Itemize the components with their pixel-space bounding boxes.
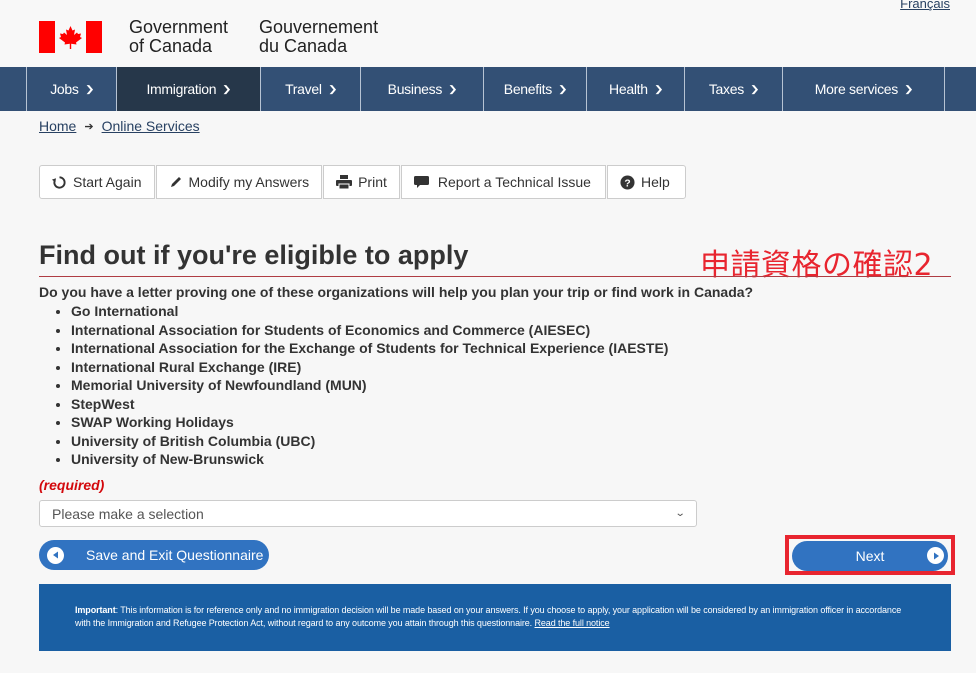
signature-french: Gouvernement du Canada <box>259 18 378 56</box>
print-button[interactable]: Print <box>323 165 400 199</box>
select-value: Please make a selection <box>52 505 204 522</box>
chevron-down-icon: ⌄ <box>674 508 686 519</box>
circle-right-icon <box>927 547 944 564</box>
menu-item-immigration[interactable]: Immigration ❯ <box>117 67 261 111</box>
chevron-down-icon: ❯ <box>327 83 338 94</box>
menu-item-label: Immigration <box>146 81 217 97</box>
required-label: (required) <box>39 477 105 493</box>
svg-text:?: ? <box>624 178 630 189</box>
language-toggle-link[interactable]: Français <box>900 0 950 11</box>
start-again-label: Start Again <box>73 174 142 190</box>
notice-bold: Important <box>75 605 116 615</box>
list-item: University of New-Brunswick <box>55 451 668 470</box>
signature-english: Government of Canada <box>129 18 228 56</box>
read-full-notice-link[interactable]: Read the full notice <box>534 618 609 628</box>
menu-item-benefits[interactable]: Benefits ❯ <box>484 67 587 111</box>
help-label: Help <box>640 174 670 190</box>
menu-item-health[interactable]: Health ❯ <box>587 67 685 111</box>
save-exit-label: Save and Exit Questionnaire <box>86 547 264 563</box>
menu-item-label: Travel <box>285 81 322 97</box>
question-circle-icon: ? <box>620 174 635 190</box>
breadcrumb-online-services[interactable]: Online Services <box>102 118 200 134</box>
chevron-down-icon: ❯ <box>222 83 232 94</box>
menu-item-label: Benefits <box>503 81 552 97</box>
next-button[interactable]: Next <box>792 541 948 571</box>
arrow-right-icon: ➔ <box>84 120 94 133</box>
print-icon <box>336 175 353 189</box>
report-issue-label: Report a Technical Issue <box>437 174 591 190</box>
comment-icon <box>413 175 429 189</box>
list-item: SWAP Working Holidays <box>55 414 668 433</box>
menu-item-jobs[interactable]: Jobs ❯ <box>27 67 117 111</box>
modify-answers-label: Modify my Answers <box>188 174 310 190</box>
list-item: International Rural Exchange (IRE) <box>55 359 668 378</box>
menu-item-taxes[interactable]: Taxes ❯ <box>685 67 783 111</box>
menu-item-more-services[interactable]: More services ❯ <box>783 67 945 111</box>
refresh-icon <box>52 175 67 190</box>
site-header: Français Government of Canada Gouverneme… <box>0 0 976 67</box>
modify-answers-button[interactable]: Modify my Answers <box>155 165 323 199</box>
page-title: Find out if you're eligible to apply <box>39 240 469 270</box>
questionnaire-toolbar: Start Again Modify my Answers Print Repo… <box>39 165 687 199</box>
menu-item-label: Jobs <box>50 81 79 97</box>
notice-text: : This information is for reference only… <box>75 605 902 628</box>
list-item: International Association for the Exchan… <box>55 340 668 359</box>
menu-item-label: Business <box>387 81 443 97</box>
signature-en-line1: Government <box>129 17 229 37</box>
report-issue-button[interactable]: Report a Technical Issue <box>400 165 606 199</box>
save-exit-button[interactable]: Save and Exit Questionnaire <box>39 540 269 570</box>
annotation-label: 申請資格の確認2 <box>700 248 934 283</box>
breadcrumb-home[interactable]: Home <box>39 118 76 134</box>
chevron-down-icon: ❯ <box>84 83 94 94</box>
start-again-button[interactable]: Start Again <box>39 165 155 199</box>
help-button[interactable]: ? Help <box>606 165 686 199</box>
print-label: Print <box>358 174 387 190</box>
chevron-down-icon: ❯ <box>447 83 458 94</box>
menu-item-label: Health <box>609 81 648 97</box>
next-label: Next <box>855 548 885 564</box>
signature-en-line2: of Canada <box>129 36 213 56</box>
list-item: International Association for Students o… <box>55 322 668 341</box>
list-item: University of British Columbia (UBC) <box>55 433 668 452</box>
question-text: Do you have a letter proving one of thes… <box>39 284 754 300</box>
pencil-icon <box>169 175 183 189</box>
title-underline <box>39 276 951 277</box>
chevron-down-icon: ❯ <box>903 83 914 94</box>
menu-item-business[interactable]: Business ❯ <box>361 67 484 111</box>
signature-fr-line2: du Canada <box>259 36 348 56</box>
menu-item-travel[interactable]: Travel ❯ <box>261 67 361 111</box>
chevron-down-icon: ❯ <box>749 83 760 94</box>
organization-list: Go International International Associati… <box>55 303 668 470</box>
menu-item-label: More services <box>814 81 899 97</box>
important-notice: Important: This information is for refer… <box>39 584 951 651</box>
chevron-down-icon: ❯ <box>653 83 664 94</box>
breadcrumb: Home ➔ Online Services <box>39 118 200 134</box>
list-item: StepWest <box>55 396 668 415</box>
canada-flag-icon <box>39 21 102 53</box>
menu-item-label: Taxes <box>708 81 744 97</box>
chevron-down-icon: ❯ <box>557 83 568 94</box>
main-menu: Jobs ❯ Immigration ❯ Travel ❯ Business ❯ Ben… <box>0 67 976 111</box>
answer-select[interactable]: Please make a selection ⌄ <box>39 500 697 527</box>
circle-left-icon <box>47 546 64 564</box>
signature-fr-line1: Gouvernement <box>259 17 379 37</box>
list-item: Go International <box>55 303 668 322</box>
menu-spacer <box>0 67 27 111</box>
list-item: Memorial University of Newfoundland (MUN… <box>55 377 668 396</box>
